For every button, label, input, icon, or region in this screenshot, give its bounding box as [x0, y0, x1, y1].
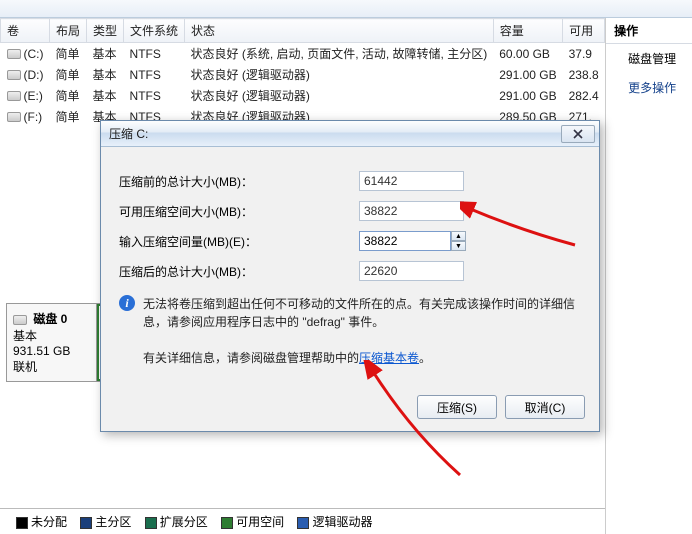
- spin-down-button[interactable]: ▼: [451, 241, 466, 251]
- disk-title: 磁盘 0: [33, 312, 67, 326]
- info-text-2: 有关详细信息，请参阅磁盘管理帮助中的压缩基本卷。: [143, 349, 431, 367]
- drive-icon: [7, 70, 21, 80]
- col-status[interactable]: 状态: [185, 19, 494, 43]
- legend-swatch-extended: [145, 517, 157, 529]
- shrink-amount-input[interactable]: [359, 231, 451, 251]
- disk-icon: [13, 315, 27, 325]
- disk-status: 联机: [13, 360, 37, 374]
- toolbar: [0, 0, 692, 18]
- legend-swatch-free: [221, 517, 233, 529]
- volume-table: 卷 布局 类型 文件系统 状态 容量 可用 (C:)简单基本NTFS状态良好 (…: [0, 18, 605, 127]
- shrink-amount-spinner: ▲ ▼: [359, 231, 466, 251]
- label-available: 可用压缩空间大小(MB)：: [119, 203, 359, 220]
- cancel-button[interactable]: 取消(C): [505, 395, 585, 419]
- disk-type: 基本: [13, 329, 37, 343]
- info-text-1: 无法将卷压缩到超出任何不可移动的文件所在的点。有关完成该操作时间的详细信息，请参…: [143, 295, 581, 331]
- value-available: 38822: [359, 201, 464, 221]
- help-link[interactable]: 压缩基本卷: [359, 351, 419, 365]
- shrink-button[interactable]: 压缩(S): [417, 395, 497, 419]
- legend: 未分配 主分区 扩展分区 可用空间 逻辑驱动器: [0, 508, 605, 534]
- value-total-after: 22620: [359, 261, 464, 281]
- actions-panel: 操作 磁盘管理 更多操作: [606, 18, 692, 534]
- drive-icon: [7, 112, 21, 122]
- actions-item-more[interactable]: 更多操作: [606, 73, 692, 102]
- col-layout[interactable]: 布局: [50, 19, 87, 43]
- col-type[interactable]: 类型: [87, 19, 124, 43]
- value-total-before: 61442: [359, 171, 464, 191]
- table-row[interactable]: (C:)简单基本NTFS状态良好 (系统, 启动, 页面文件, 活动, 故障转储…: [1, 43, 605, 65]
- disk-header[interactable]: 磁盘 0 基本 931.51 GB 联机: [7, 304, 97, 381]
- shrink-dialog: 压缩 C: 压缩前的总计大小(MB)： 61442 可用压缩空间大小(MB)： …: [100, 120, 600, 432]
- table-row[interactable]: (E:)简单基本NTFS状态良好 (逻辑驱动器)291.00 GB282.4: [1, 85, 605, 106]
- col-free[interactable]: 可用: [563, 19, 605, 43]
- legend-swatch-logical: [297, 517, 309, 529]
- close-icon: [573, 129, 583, 139]
- table-header-row: 卷 布局 类型 文件系统 状态 容量 可用: [1, 19, 605, 43]
- col-capacity[interactable]: 容量: [493, 19, 562, 43]
- col-fs[interactable]: 文件系统: [124, 19, 185, 43]
- table-row[interactable]: (D:)简单基本NTFS状态良好 (逻辑驱动器)291.00 GB238.8: [1, 64, 605, 85]
- dialog-title: 压缩 C:: [109, 125, 561, 142]
- col-volume[interactable]: 卷: [1, 19, 50, 43]
- close-button[interactable]: [561, 125, 595, 143]
- actions-item-diskmgmt[interactable]: 磁盘管理: [606, 44, 692, 73]
- label-total-before: 压缩前的总计大小(MB)：: [119, 173, 359, 190]
- dialog-titlebar[interactable]: 压缩 C:: [101, 121, 599, 147]
- drive-icon: [7, 91, 21, 101]
- legend-swatch-unalloc: [16, 517, 28, 529]
- legend-swatch-primary: [80, 517, 92, 529]
- info-icon: i: [119, 295, 135, 311]
- disk-size: 931.51 GB: [13, 344, 70, 358]
- actions-header: 操作: [606, 18, 692, 44]
- drive-icon: [7, 49, 21, 59]
- label-input-amount: 输入压缩空间量(MB)(E)：: [119, 233, 359, 250]
- spin-up-button[interactable]: ▲: [451, 231, 466, 241]
- label-total-after: 压缩后的总计大小(MB)：: [119, 263, 359, 280]
